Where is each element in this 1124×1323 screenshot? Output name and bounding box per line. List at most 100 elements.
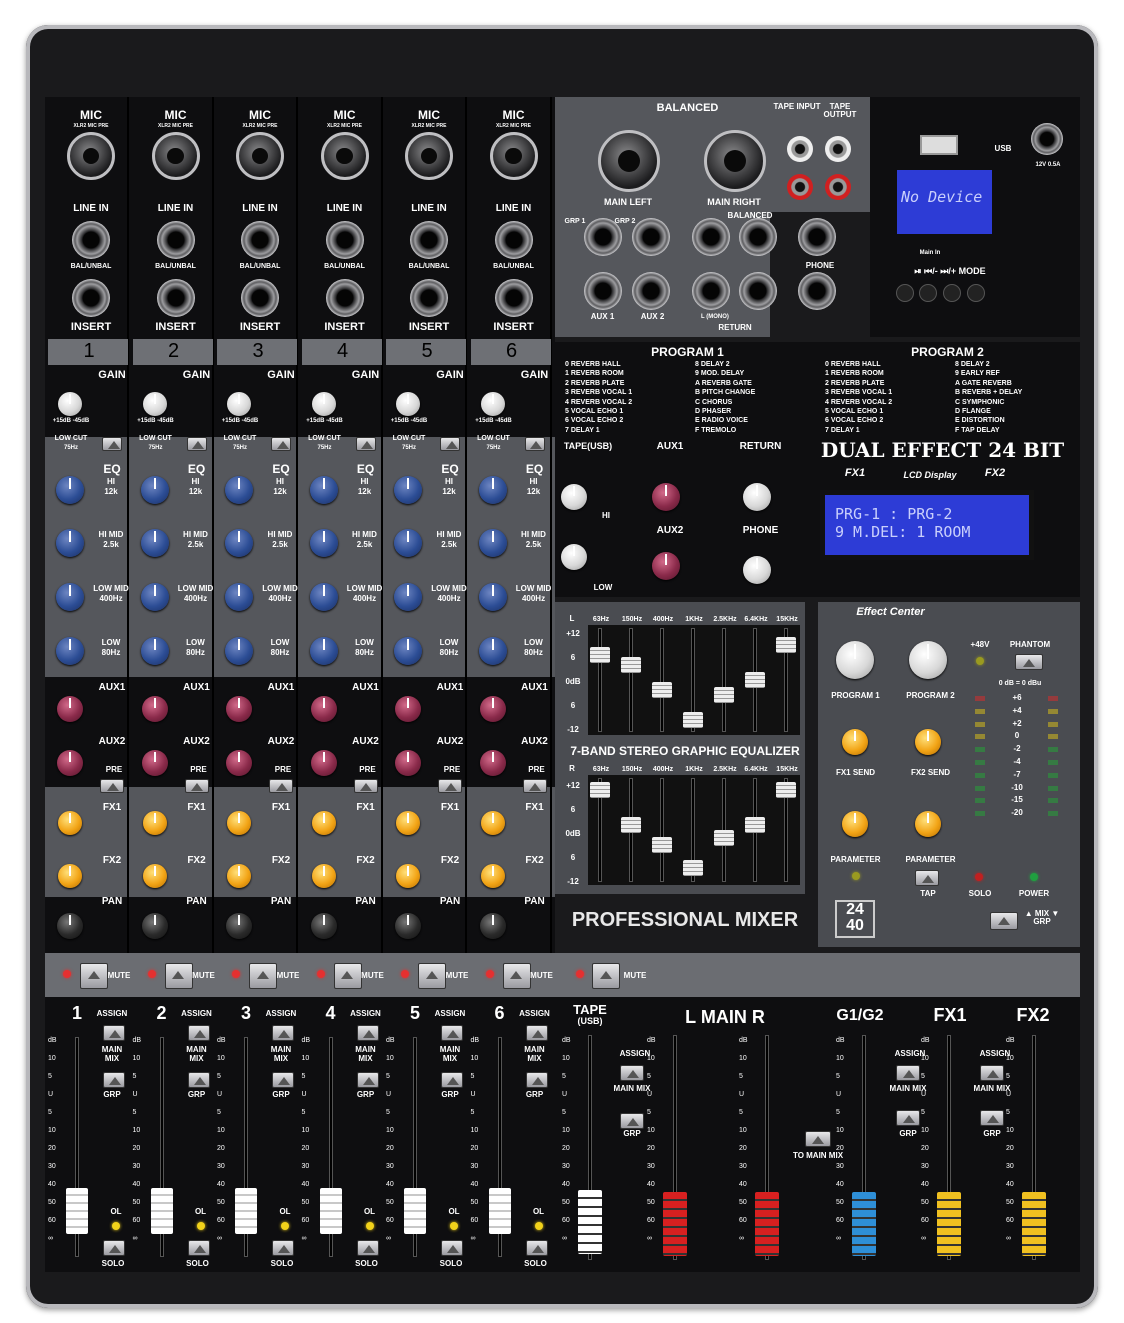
trs-jack[interactable] [739, 272, 777, 310]
trs-jack[interactable] [798, 218, 836, 256]
assign-main-button[interactable] [356, 1025, 379, 1041]
aux1-knob[interactable] [310, 696, 337, 722]
fx2-master-fader[interactable] [1022, 1192, 1046, 1256]
fx1-knob[interactable] [142, 811, 167, 835]
master-assign-button[interactable] [980, 1065, 1004, 1081]
solo-button[interactable] [525, 1240, 548, 1256]
aux1-knob[interactable] [226, 696, 252, 722]
mute-button[interactable] [333, 963, 362, 989]
geq-right-slider[interactable] [590, 782, 610, 798]
fx2-knob[interactable] [58, 864, 82, 888]
eq-hi-mid-knob[interactable] [140, 529, 169, 557]
geq-left-slider[interactable] [714, 687, 734, 703]
phone-level-knob[interactable] [743, 556, 771, 584]
mute-button[interactable] [502, 963, 531, 989]
fx1-knob[interactable] [58, 811, 82, 835]
aux2-knob[interactable] [226, 750, 252, 776]
aux2-knob[interactable] [310, 750, 337, 776]
eq-hi-mid-knob[interactable] [478, 529, 507, 557]
line-in-jack[interactable] [156, 221, 195, 259]
fx2-knob[interactable] [227, 864, 251, 888]
geq-left-slider[interactable] [776, 637, 796, 653]
xlr-input-jack[interactable] [320, 132, 369, 180]
eq-hi-mid-knob[interactable] [225, 529, 253, 557]
tap-button[interactable] [915, 870, 939, 886]
fx1-send-knob[interactable] [842, 729, 868, 755]
assign-main-button[interactable] [103, 1025, 125, 1041]
pre-button[interactable] [353, 779, 378, 793]
assign-main-button[interactable] [272, 1025, 294, 1041]
pan-knob[interactable] [57, 913, 83, 939]
geq-left-slider[interactable] [745, 672, 765, 688]
gain-knob[interactable] [58, 392, 82, 416]
gain-knob[interactable] [480, 392, 505, 416]
low-cut-button[interactable] [102, 437, 122, 451]
fx1-knob[interactable] [311, 811, 336, 835]
return-level-knob[interactable] [743, 483, 771, 511]
rca-jack[interactable] [787, 174, 813, 200]
to-main-mix-button[interactable] [805, 1131, 831, 1147]
assign-grp-button[interactable] [272, 1072, 294, 1088]
fx2-knob[interactable] [396, 864, 420, 888]
assign-grp-button[interactable] [187, 1072, 210, 1088]
main-left-fader[interactable] [663, 1192, 687, 1256]
pre-button[interactable] [522, 779, 547, 793]
group-fader[interactable] [852, 1192, 876, 1256]
trs-jack[interactable] [798, 272, 836, 310]
mute-button[interactable] [249, 963, 277, 989]
eq-low-knob[interactable] [478, 637, 507, 665]
eq-low-knob[interactable] [140, 637, 169, 665]
insert-jack[interactable] [241, 279, 279, 317]
geq-right-slider[interactable] [683, 860, 703, 876]
channel-fader[interactable] [488, 1188, 511, 1234]
fx1-knob[interactable] [227, 811, 251, 835]
pre-button[interactable] [184, 779, 209, 793]
assign-main-button[interactable] [525, 1025, 548, 1041]
pre-button[interactable] [438, 779, 462, 793]
eq-hi-knob[interactable] [140, 476, 169, 504]
geq-left-slider[interactable] [590, 647, 610, 663]
eq-low-knob[interactable] [394, 637, 422, 665]
fx2-knob[interactable] [142, 864, 167, 888]
assign-grp-button[interactable] [525, 1072, 548, 1088]
usb-transport-button[interactable] [967, 284, 985, 302]
aux2-knob[interactable] [395, 750, 421, 776]
assign-grp-button[interactable] [356, 1072, 379, 1088]
solo-button[interactable] [272, 1240, 294, 1256]
channel-fader[interactable] [319, 1188, 342, 1234]
fx-aux1-return-knob[interactable] [652, 483, 680, 511]
eq-hi-knob[interactable] [394, 476, 422, 504]
main-left-xlr[interactable] [598, 130, 660, 192]
eq-low-mid-knob[interactable] [56, 583, 84, 611]
geq-left-slider[interactable] [683, 712, 703, 728]
assign-main-button[interactable] [441, 1025, 463, 1041]
channel-fader[interactable] [66, 1188, 88, 1234]
main-right-fader[interactable] [755, 1192, 779, 1256]
usb-transport-button[interactable] [919, 284, 937, 302]
geq-right-slider[interactable] [745, 817, 765, 833]
line-in-jack[interactable] [241, 221, 279, 259]
line-in-jack[interactable] [494, 221, 533, 259]
fx2-send-knob[interactable] [915, 729, 941, 755]
gain-knob[interactable] [311, 392, 336, 416]
eq-low-knob[interactable] [225, 637, 253, 665]
insert-jack[interactable] [325, 279, 364, 317]
eq-low-mid-knob[interactable] [394, 583, 422, 611]
assign-grp-button[interactable] [441, 1072, 463, 1088]
gain-knob[interactable] [396, 392, 420, 416]
geq-left-slider[interactable] [652, 682, 672, 698]
eq-hi-knob[interactable] [225, 476, 253, 504]
pan-knob[interactable] [141, 913, 168, 939]
phantom-button[interactable] [1015, 654, 1043, 670]
fx1-knob[interactable] [480, 811, 505, 835]
eq-hi-knob[interactable] [56, 476, 84, 504]
trs-jack[interactable] [692, 218, 730, 256]
low-cut-button[interactable] [524, 437, 545, 451]
aux1-knob[interactable] [57, 696, 83, 722]
eq-hi-knob[interactable] [309, 476, 338, 504]
aux1-knob[interactable] [479, 696, 506, 722]
eq-low-mid-knob[interactable] [140, 583, 169, 611]
line-in-jack[interactable] [72, 221, 110, 259]
geq-right-slider[interactable] [776, 782, 796, 798]
pan-knob[interactable] [310, 913, 337, 939]
